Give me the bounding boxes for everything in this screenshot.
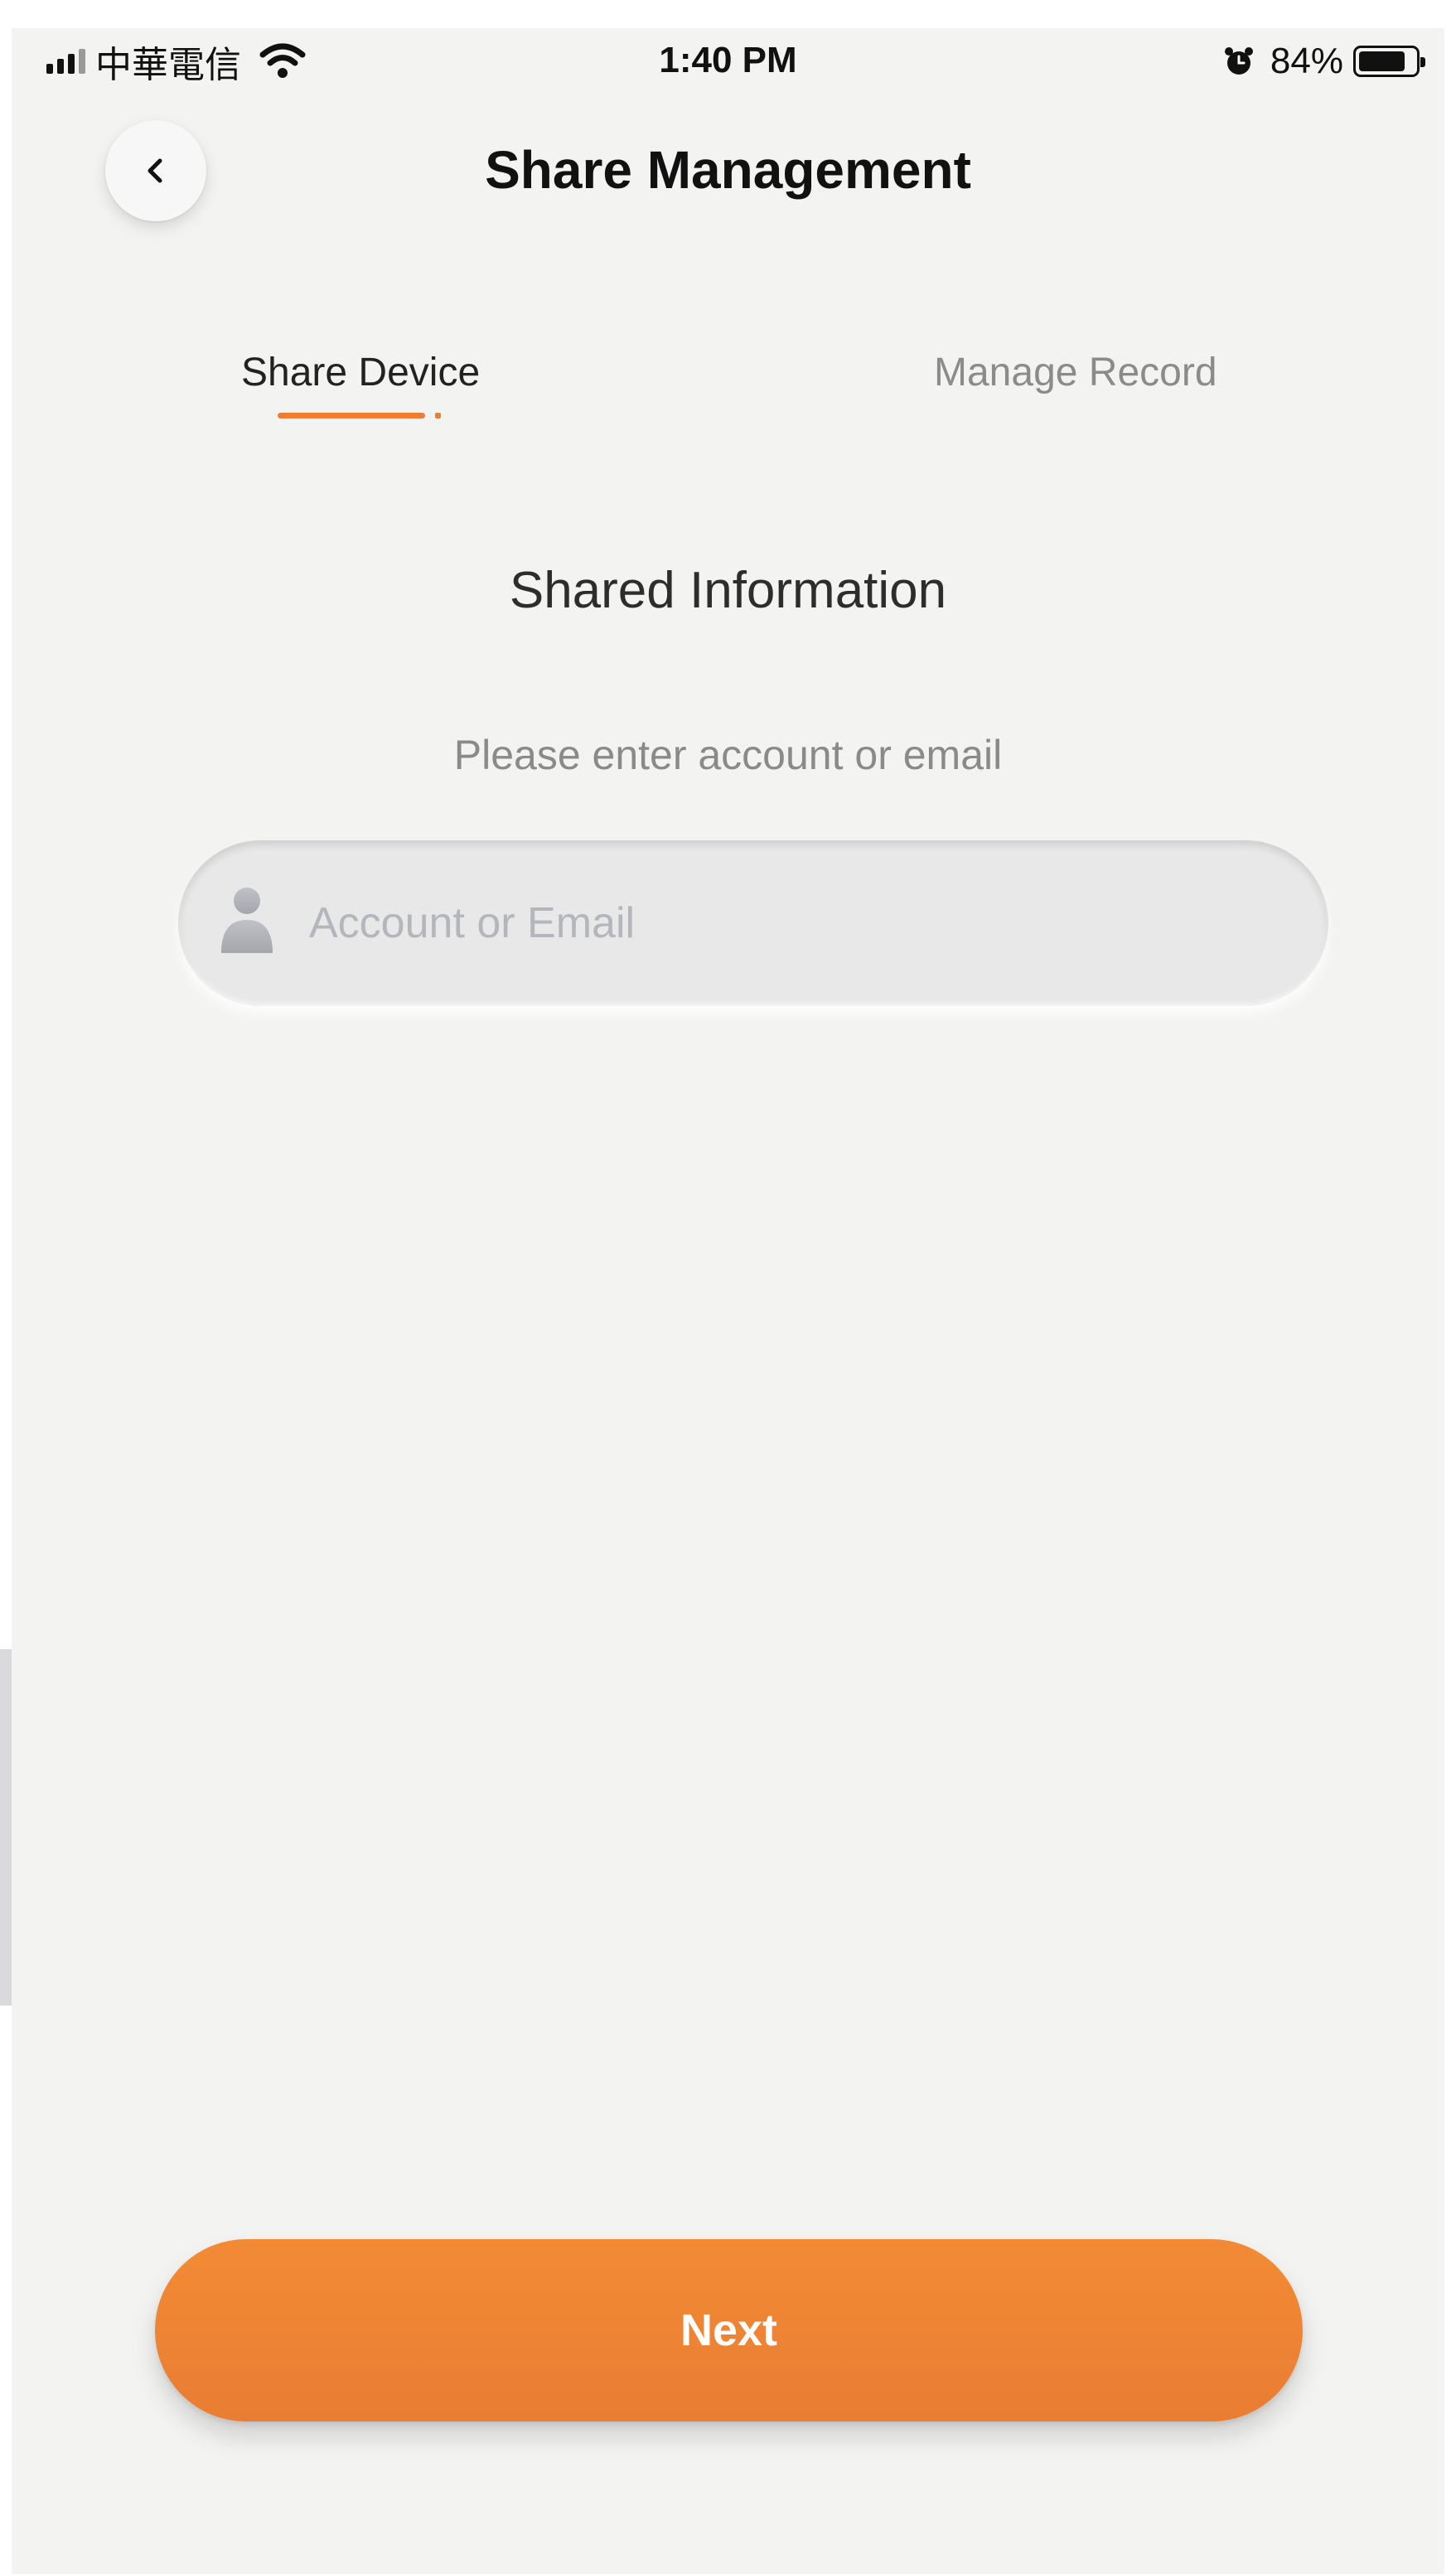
tab-share-device[interactable]: Share Device: [241, 350, 480, 395]
account-field: [178, 840, 1328, 1006]
instruction-text: Please enter account or email: [453, 732, 1003, 778]
left-edge-bar: [0, 1649, 12, 2005]
active-tab-indicator: [278, 413, 425, 419]
next-button[interactable]: Next: [155, 2239, 1303, 2422]
battery-icon: [1353, 46, 1425, 77]
alarm-icon: [1224, 47, 1253, 75]
user-icon: [221, 888, 273, 953]
status-bar-right: 84%: [1224, 40, 1425, 83]
account-email-input[interactable]: [309, 873, 1287, 973]
section-title: Shared Information: [509, 562, 947, 619]
battery-percent: 84%: [1270, 41, 1343, 81]
page-title: Share Management: [485, 140, 971, 200]
app-screen: 中華電信 1:40 PM 84% Share Management Share …: [12, 28, 1444, 2574]
battery-level-fill: [1359, 51, 1405, 71]
tab-manage-record[interactable]: Manage Record: [934, 350, 1217, 395]
active-tab-indicator-dot: [435, 413, 441, 419]
status-bar: 中華電信 1:40 PM 84%: [12, 28, 1444, 98]
